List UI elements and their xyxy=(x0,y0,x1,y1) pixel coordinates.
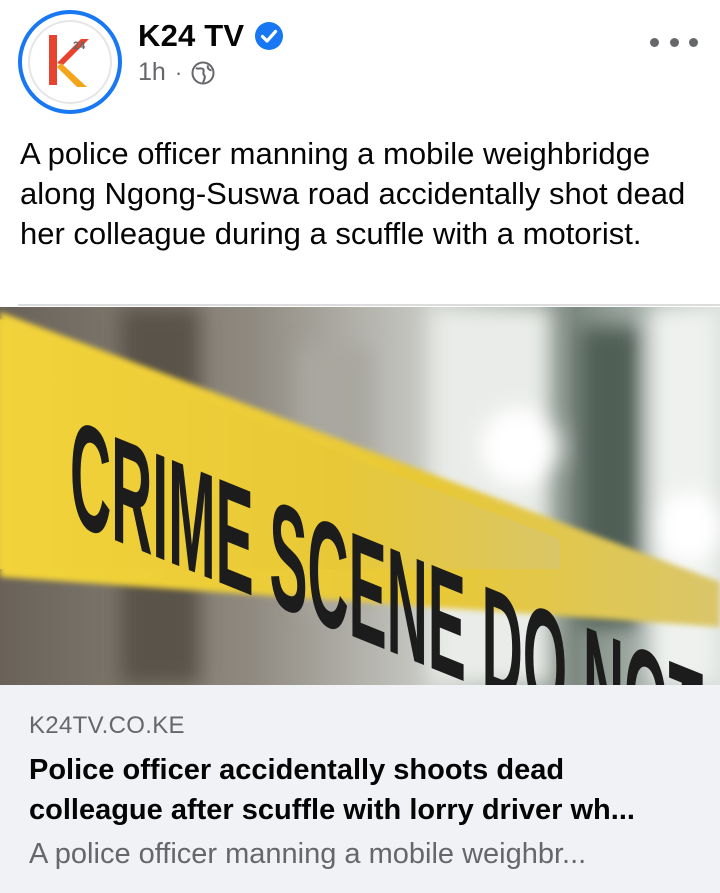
link-title-line: colleague after scuffle with lorry drive… xyxy=(29,794,635,826)
post-time[interactable]: 1h xyxy=(138,58,166,87)
page-name-row: K24 TV xyxy=(138,18,284,54)
logo-sup: 24 xyxy=(73,40,86,52)
more-options-button[interactable] xyxy=(650,28,698,56)
link-description: A police officer manning a mobile weighb… xyxy=(29,838,587,870)
more-dot xyxy=(669,37,679,47)
k24-logo-icon: 24 xyxy=(49,35,89,87)
meta-separator: · xyxy=(174,59,183,85)
link-title-line: Police officer accidentally shoots dead xyxy=(29,754,565,786)
page-avatar[interactable]: 24 xyxy=(18,10,122,114)
post-text: A police officer manning a mobile weighb… xyxy=(20,136,686,251)
post-image[interactable]: CRIME SCENE DO NOT CROSS xyxy=(0,307,720,685)
globe-icon xyxy=(191,61,215,84)
crime-scene-photo: CRIME SCENE DO NOT CROSS xyxy=(0,307,720,685)
more-dot xyxy=(689,37,698,47)
link-title[interactable]: Police officer accidentally shoots dead … xyxy=(29,750,699,830)
link-domain: K24TV.CO.KE xyxy=(29,712,185,739)
k24-logo: 24 xyxy=(28,20,112,104)
verified-badge-icon xyxy=(255,22,284,50)
page-name[interactable]: K24 TV xyxy=(138,18,244,54)
divider xyxy=(18,304,720,306)
post-header: 24 K24 TV 1h · xyxy=(0,0,720,125)
more-dot xyxy=(650,37,659,47)
post-meta: 1h · xyxy=(138,58,215,87)
